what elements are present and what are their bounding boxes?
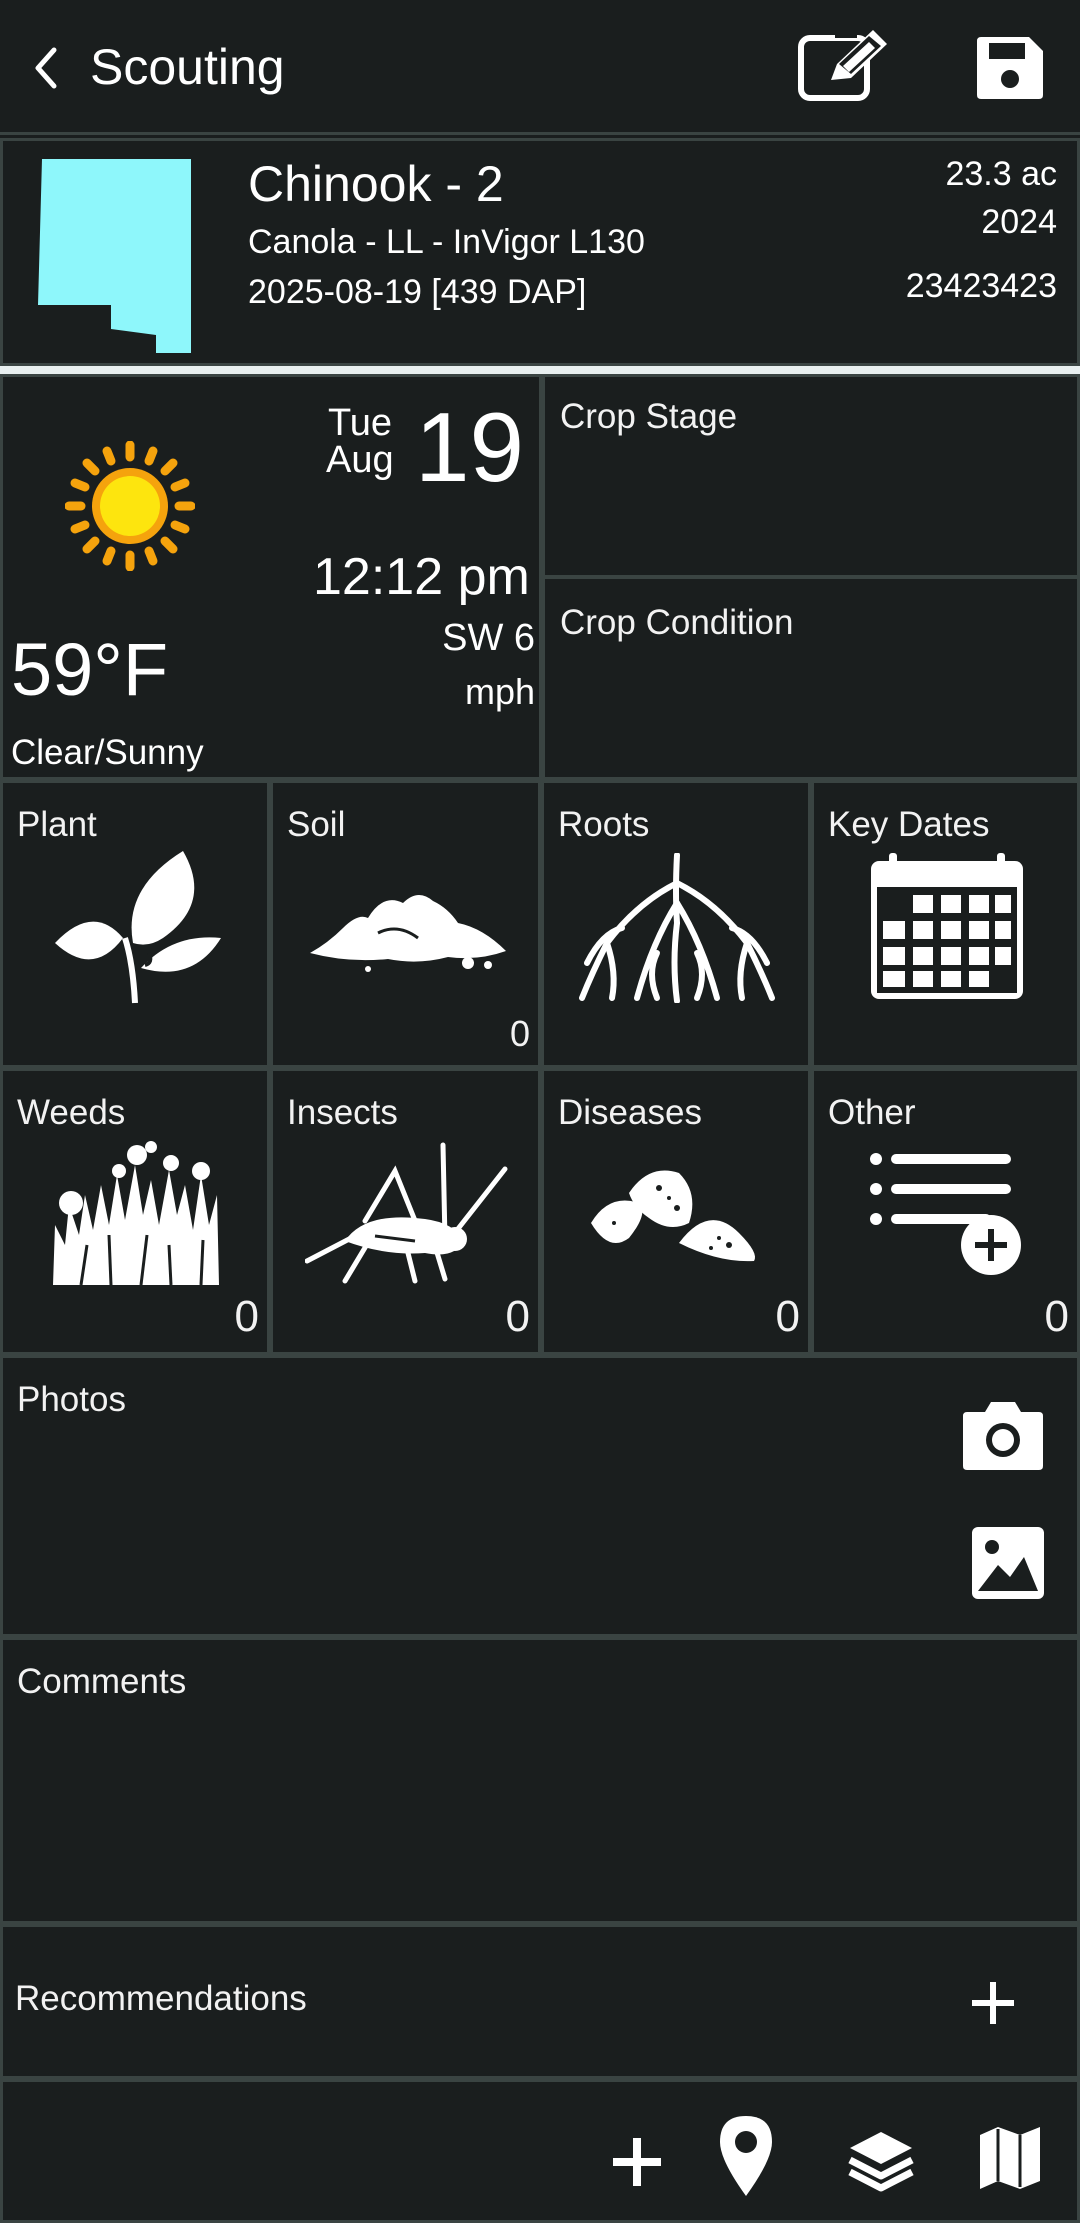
tile-plant-label: Plant	[17, 805, 97, 844]
layers-icon[interactable]	[848, 2130, 914, 2192]
day: 19	[415, 392, 525, 502]
list-add-icon	[869, 1147, 1029, 1277]
tile-plant[interactable]: Plant	[0, 780, 270, 1068]
soil-icon	[308, 883, 508, 973]
field-year: 2024	[981, 203, 1057, 241]
grasshopper-icon	[305, 1141, 510, 1286]
tile-key-dates-label: Key Dates	[828, 805, 990, 844]
map-icon[interactable]	[978, 2125, 1042, 2191]
tile-diseases[interactable]: Diseases 0	[541, 1068, 811, 1355]
tile-diseases-label: Diseases	[558, 1093, 702, 1132]
gallery-icon[interactable]	[970, 1525, 1046, 1601]
month: Aug	[326, 439, 394, 481]
field-code: 23423423	[905, 267, 1057, 305]
field-shape	[36, 155, 196, 355]
crop-condition-label: Crop Condition	[560, 603, 794, 642]
sun-icon	[65, 441, 195, 571]
wind-direction: SW 6	[442, 617, 535, 659]
crop-stage-panel[interactable]: Crop Stage	[542, 374, 1080, 578]
bottom-toolbar	[0, 2079, 1080, 2223]
tile-insects-count: 0	[505, 1292, 530, 1341]
tile-diseases-count: 0	[775, 1292, 800, 1341]
comments-panel[interactable]: Comments	[0, 1637, 1080, 1924]
plant-icon	[53, 843, 223, 1008]
plus-icon[interactable]	[611, 2136, 663, 2188]
divider	[0, 366, 1080, 374]
tile-soil-label: Soil	[287, 805, 346, 844]
time: 12:12 pm	[313, 548, 530, 606]
tile-weeds-count: 0	[234, 1292, 259, 1341]
field-crop: Canola - LL - InVigor L130	[248, 223, 645, 261]
tile-roots[interactable]: Roots	[541, 780, 811, 1068]
photos-label: Photos	[17, 1380, 126, 1419]
tile-soil-count: 0	[509, 1013, 530, 1054]
roots-icon	[577, 853, 777, 1003]
recommendations-label: Recommendations	[15, 1979, 307, 2018]
page-title: Scouting	[90, 39, 285, 95]
field-date: 2025-08-19 [439 DAP]	[248, 273, 587, 311]
comments-label: Comments	[17, 1662, 187, 1701]
tile-roots-label: Roots	[558, 805, 650, 844]
field-name: Chinook - 2	[248, 156, 504, 212]
wind-unit: mph	[464, 671, 535, 712]
tile-other-label: Other	[828, 1093, 916, 1132]
app-header: Scouting	[0, 0, 1080, 135]
calendar-icon	[869, 851, 1025, 1001]
camera-icon[interactable]	[961, 1400, 1045, 1472]
tile-insects-label: Insects	[287, 1093, 398, 1132]
tile-insects[interactable]: Insects 0	[270, 1068, 541, 1355]
plus-icon[interactable]	[970, 1980, 1016, 2026]
diseased-leaves-icon	[589, 1163, 759, 1263]
edit-icon[interactable]	[795, 28, 890, 103]
weeds-icon	[51, 1135, 221, 1287]
tile-weeds-label: Weeds	[17, 1093, 126, 1132]
tile-key-dates[interactable]: Key Dates	[811, 780, 1080, 1068]
chevron-left-icon[interactable]	[28, 44, 64, 92]
field-area: 23.3 ac	[945, 155, 1057, 193]
weather-condition: Clear/Sunny	[11, 733, 204, 772]
photos-panel[interactable]: Photos	[0, 1355, 1080, 1637]
recommendations-panel[interactable]: Recommendations	[0, 1924, 1080, 2079]
save-icon[interactable]	[975, 35, 1045, 101]
tile-weeds[interactable]: Weeds 0	[0, 1068, 270, 1355]
crop-stage-label: Crop Stage	[560, 397, 738, 436]
weather-panel: Tue Aug 19 12:12 pm SW 6 mph 59°F Clear/…	[0, 374, 542, 780]
temperature: 59°F	[11, 628, 169, 711]
tile-other[interactable]: Other 0	[811, 1068, 1080, 1355]
location-pin-icon[interactable]	[716, 2112, 776, 2198]
field-info-card[interactable]: Chinook - 2 Canola - LL - InVigor L130 2…	[0, 138, 1080, 366]
crop-condition-panel[interactable]: Crop Condition	[542, 576, 1080, 780]
tile-other-count: 0	[1044, 1292, 1069, 1341]
tile-soil[interactable]: Soil 0	[270, 780, 541, 1068]
